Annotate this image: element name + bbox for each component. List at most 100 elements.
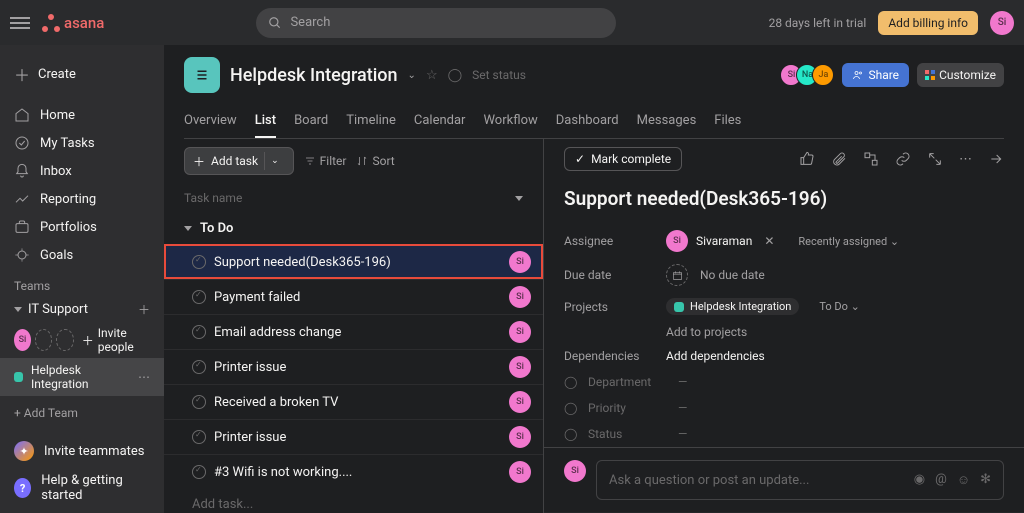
add-dependencies-button[interactable]: Add dependencies [666, 349, 765, 363]
add-task-button[interactable]: ＋ Add task ⌄ [184, 147, 294, 175]
star-icon[interactable]: ☆ [426, 68, 438, 83]
add-task-dropdown[interactable]: ⌄ [264, 152, 285, 170]
user-avatar[interactable]: Si [990, 11, 1014, 35]
add-billing-button[interactable]: Add billing info [878, 11, 978, 35]
project-dropdown[interactable]: ⌄ [408, 70, 416, 81]
invite-teammates[interactable]: ✦ Invite teammates [0, 435, 164, 467]
project-members[interactable]: Si Na Ja [786, 64, 834, 86]
filter-button[interactable]: Filter [304, 154, 347, 168]
create-button[interactable]: ＋ Create [0, 55, 164, 93]
custom-field-label: Department [588, 375, 666, 389]
team-it-support[interactable]: IT Support ＋ [0, 297, 164, 322]
mention-icon[interactable]: @ [935, 472, 947, 488]
complete-toggle-icon[interactable] [192, 395, 206, 409]
status-indicator[interactable]: ◯ [448, 68, 463, 83]
task-row[interactable]: Received a broken TVSi [164, 384, 543, 419]
project-tabs: Overview List Board Timeline Calendar Wo… [184, 107, 1004, 139]
target-icon [14, 247, 30, 263]
invite-people[interactable]: Si ＋ Invite people [0, 322, 164, 358]
add-to-team-icon[interactable]: ＋ [138, 301, 150, 318]
task-detail-title[interactable]: Support needed(Desk365-196) [544, 179, 1024, 224]
section-to-do[interactable]: To Do [164, 213, 543, 244]
add-team-button[interactable]: + Add Team [0, 396, 164, 430]
complete-toggle-icon[interactable] [192, 290, 206, 304]
star-icon[interactable]: ✻ [980, 472, 991, 488]
project-pill[interactable]: Helpdesk Integration [666, 298, 799, 315]
tab-workflow[interactable]: Workflow [483, 107, 537, 138]
tab-files[interactable]: Files [714, 107, 741, 138]
assignee-value[interactable]: Si Sivaraman ✕ [666, 230, 778, 252]
customize-button[interactable]: Customize [917, 63, 1004, 87]
tab-calendar[interactable]: Calendar [414, 107, 466, 138]
assignee-avatar[interactable]: Si [509, 286, 531, 308]
nav-reporting[interactable]: Reporting [0, 185, 164, 213]
link-icon[interactable] [895, 151, 911, 167]
calendar-icon[interactable] [666, 264, 688, 286]
add-task-inline[interactable]: Add task... [164, 489, 543, 513]
assignee-avatar[interactable]: Si [509, 251, 531, 273]
subtasks-icon[interactable] [863, 151, 879, 167]
custom-field-value[interactable]: — [678, 401, 687, 415]
asana-logo[interactable]: asana [42, 14, 104, 32]
help-getting-started[interactable]: ? Help & getting started [0, 467, 164, 509]
project-section-dropdown[interactable]: To Do ⌄ [819, 300, 859, 313]
share-button[interactable]: Share [842, 63, 909, 87]
more-icon[interactable]: ⋯ [138, 370, 150, 384]
assignee-avatar[interactable]: Si [509, 461, 531, 483]
nav-goals[interactable]: Goals [0, 241, 164, 269]
remove-assignee-icon[interactable]: ✕ [760, 234, 778, 248]
complete-toggle-icon[interactable] [192, 255, 206, 269]
more-icon[interactable]: ⋯ [959, 152, 972, 167]
fullscreen-icon[interactable] [927, 151, 943, 167]
complete-toggle-icon[interactable] [192, 325, 206, 339]
task-row[interactable]: #3 Wifi is not working....Si [164, 454, 543, 489]
complete-toggle-icon[interactable] [192, 430, 206, 444]
nav-inbox[interactable]: Inbox [0, 157, 164, 185]
project-title[interactable]: Helpdesk Integration [230, 65, 398, 86]
task-row[interactable]: Payment failedSi [164, 279, 543, 314]
custom-field-value[interactable]: — [678, 427, 687, 441]
sort-button[interactable]: Sort [356, 154, 394, 168]
record-icon[interactable]: ◉ [914, 472, 925, 488]
nav-home[interactable]: Home [0, 101, 164, 129]
sidebar-project-helpdesk[interactable]: Helpdesk Integration ⋯ [0, 358, 164, 396]
set-status-button[interactable]: Set status [472, 68, 526, 82]
assignee-avatar[interactable]: Si [509, 321, 531, 343]
custom-field-value[interactable]: — [678, 375, 687, 389]
teams-heading: Teams [0, 269, 164, 297]
nav-my-tasks[interactable]: My Tasks [0, 129, 164, 157]
create-label: Create [38, 67, 76, 82]
tab-timeline[interactable]: Timeline [346, 107, 396, 138]
tab-messages[interactable]: Messages [637, 107, 697, 138]
task-row[interactable]: Printer issueSi [164, 419, 543, 454]
tab-list[interactable]: List [255, 107, 276, 138]
help-icon: ? [14, 478, 31, 498]
due-date-value[interactable]: No due date [700, 268, 765, 282]
assignee-avatar[interactable]: Si [509, 391, 531, 413]
add-to-projects-button[interactable]: Add to projects [544, 321, 1024, 343]
complete-toggle-icon[interactable] [192, 360, 206, 374]
like-icon[interactable] [799, 151, 815, 167]
close-panel-icon[interactable] [988, 151, 1004, 167]
tab-board[interactable]: Board [294, 107, 328, 138]
project-color-icon [674, 302, 684, 312]
complete-toggle-icon[interactable] [192, 465, 206, 479]
attachment-icon[interactable] [831, 151, 847, 167]
tab-dashboard[interactable]: Dashboard [556, 107, 619, 138]
search-placeholder: Search [290, 15, 330, 30]
column-header-task-name[interactable]: Task name [164, 183, 543, 213]
task-row[interactable]: Support needed(Desk365-196)Si [164, 244, 543, 279]
global-search[interactable]: Search [256, 8, 616, 38]
task-row[interactable]: Printer issueSi [164, 349, 543, 384]
assignee-avatar[interactable]: Si [509, 426, 531, 448]
assignee-avatar[interactable]: Si [509, 356, 531, 378]
mark-complete-button[interactable]: ✓ Mark complete [564, 147, 682, 171]
emoji-icon[interactable]: ☺ [957, 472, 970, 488]
sort-icon [356, 155, 368, 167]
tab-overview[interactable]: Overview [184, 107, 237, 138]
task-row[interactable]: Email address changeSi [164, 314, 543, 349]
menu-toggle[interactable] [10, 13, 30, 33]
comment-input[interactable]: Ask a question or post an update... ◉ @ … [596, 460, 1004, 500]
recently-assigned-dropdown[interactable]: Recently assigned ⌄ [798, 235, 899, 248]
nav-portfolios[interactable]: Portfolios [0, 213, 164, 241]
